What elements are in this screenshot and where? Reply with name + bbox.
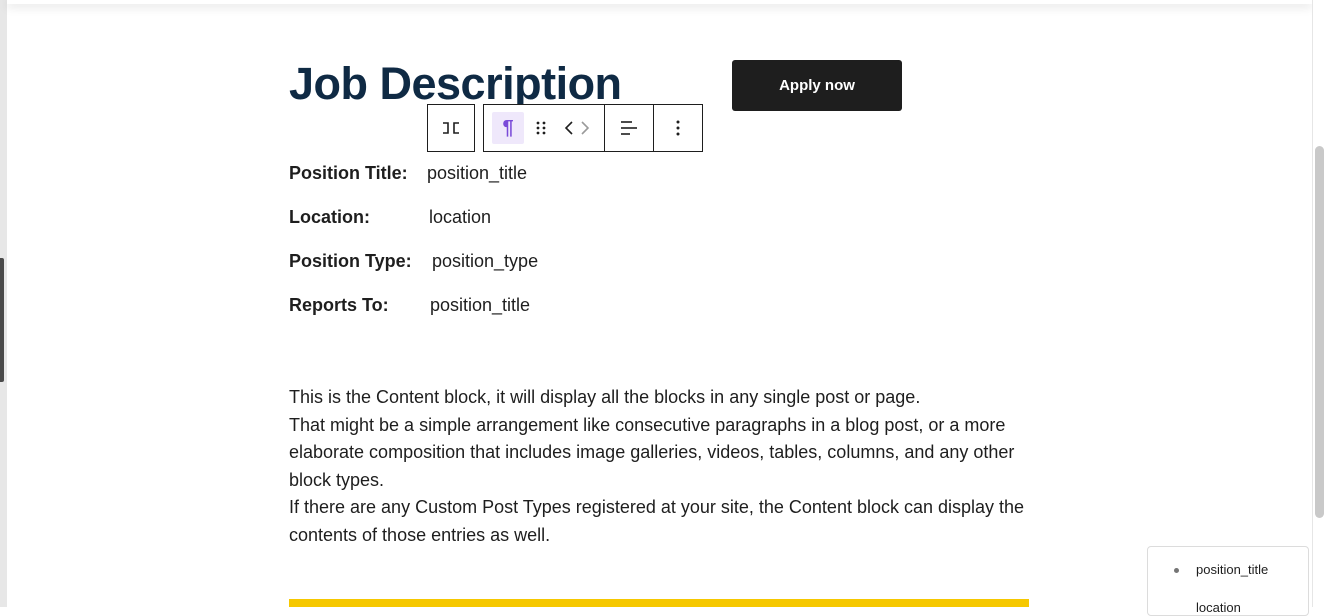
highlight-bar — [289, 599, 1029, 607]
transform-icon — [443, 122, 459, 134]
field-position-title: Position Title: position_title — [289, 163, 527, 184]
chevron-right-icon — [581, 121, 590, 135]
block-toolbar: ¶ — [483, 104, 703, 152]
list-item[interactable]: position_title — [1196, 562, 1268, 577]
paragraph-icon: ¶ — [492, 112, 524, 144]
transform-toolbar-group — [427, 104, 475, 152]
content-line: That might be a simple arrangement like … — [289, 414, 1015, 490]
right-scrollbar-thumb[interactable] — [1315, 146, 1324, 518]
options-button[interactable] — [654, 105, 702, 151]
move-buttons[interactable] — [550, 105, 604, 151]
content-line: If there are any Custom Post Types regis… — [289, 497, 1025, 545]
field-label: Position Title: — [289, 163, 408, 183]
field-value[interactable]: location — [429, 207, 491, 228]
field-reports-to: Reports To: position_title — [289, 295, 530, 316]
list-item[interactable]: location — [1196, 600, 1241, 615]
chevron-left-icon — [564, 121, 573, 135]
field-value[interactable]: position_type — [432, 251, 538, 272]
paragraph-block-button[interactable]: ¶ — [484, 105, 532, 151]
field-label: Reports To: — [289, 295, 389, 315]
apply-now-button[interactable]: Apply now — [732, 60, 902, 111]
left-scrollbar-thumb[interactable] — [0, 258, 4, 382]
field-value[interactable]: position_title — [430, 295, 530, 316]
transform-button[interactable] — [428, 105, 474, 151]
drag-handle-icon — [536, 121, 546, 135]
bullet-icon — [1174, 568, 1179, 573]
content-block[interactable]: This is the Content block, it will displ… — [289, 384, 1029, 550]
field-label: Location: — [289, 207, 370, 227]
field-value[interactable]: position_title — [427, 163, 527, 184]
align-button[interactable] — [605, 105, 653, 151]
field-position-type: Position Type: position_type — [289, 251, 538, 272]
field-location: Location: location — [289, 207, 491, 228]
field-label: Position Type: — [289, 251, 412, 271]
top-header-shadow — [7, 0, 1312, 4]
list-view-panel: position_title location — [1147, 546, 1309, 616]
drag-handle-button[interactable] — [532, 105, 550, 151]
more-vertical-icon — [676, 120, 680, 136]
content-line: This is the Content block, it will displ… — [289, 387, 921, 407]
align-left-icon — [621, 121, 637, 135]
page-title: Job Description — [289, 58, 622, 109]
